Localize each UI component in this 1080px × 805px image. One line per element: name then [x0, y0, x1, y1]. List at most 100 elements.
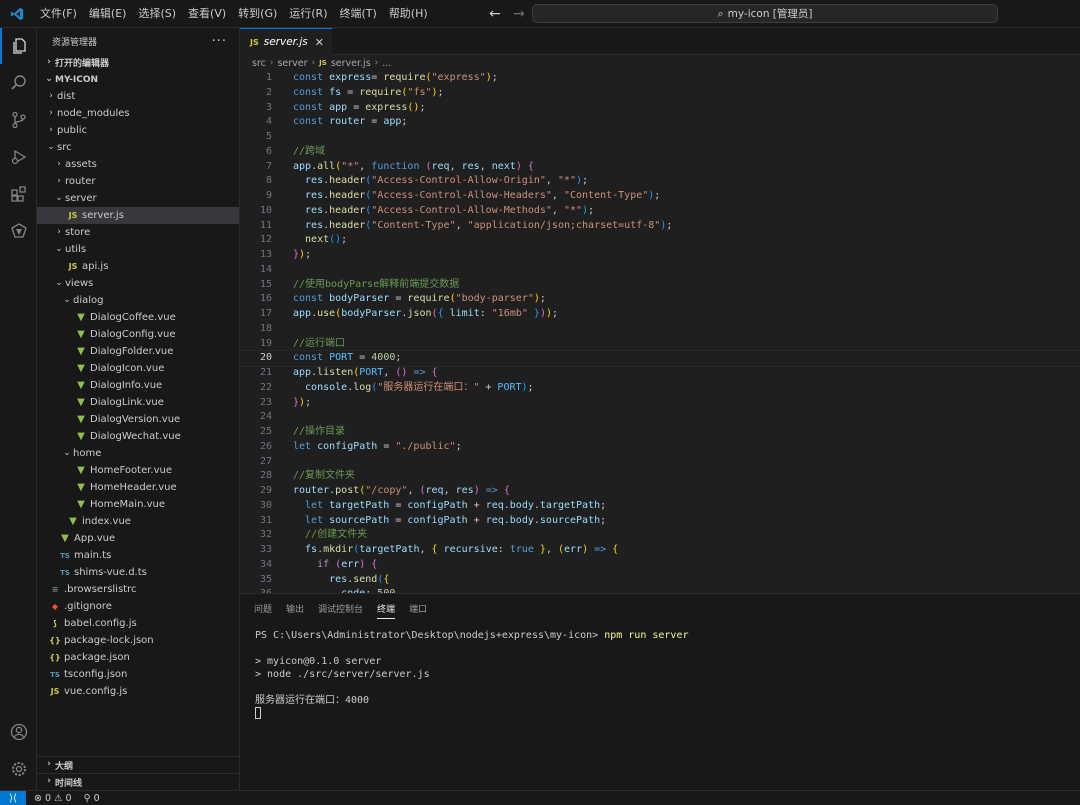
file-item[interactable]: ▼ DialogVersion.vue — [37, 411, 239, 428]
source-control-icon[interactable] — [0, 102, 37, 138]
file-item[interactable]: TS tsconfig.json — [37, 666, 239, 683]
file-item[interactable]: ▼ DialogWechat.vue — [37, 428, 239, 445]
menu-go[interactable]: 转到(G) — [232, 0, 283, 28]
menu-edit[interactable]: 编辑(E) — [83, 0, 133, 28]
file-item[interactable]: ▼ App.vue — [37, 530, 239, 547]
menu-help[interactable]: 帮助(H) — [383, 0, 434, 28]
file-item[interactable]: {} package-lock.json — [37, 632, 239, 649]
file-item[interactable]: ◆ .gitignore — [37, 598, 239, 615]
breadcrumb-symbol[interactable]: ... — [382, 58, 391, 69]
tab-debug-console[interactable]: 调试控制台 — [318, 602, 363, 615]
file-item[interactable]: JS api.js — [37, 258, 239, 275]
tab-output[interactable]: 输出 — [286, 602, 304, 615]
code-text: const fs = require("fs"); — [293, 86, 444, 101]
folder-item[interactable]: ⌄ home — [37, 445, 239, 462]
breadcrumb-file[interactable]: server.js — [331, 58, 371, 69]
code-line: 26 let configPath = "./public"; — [240, 440, 1080, 455]
folder-item[interactable]: › node_modules — [37, 105, 239, 122]
file-item[interactable]: ▼ DialogLink.vue — [37, 394, 239, 411]
timeline-section[interactable]: › 时间线 — [37, 773, 240, 790]
line-number: 3 — [265, 101, 272, 113]
folder-item[interactable]: ⌄ src — [37, 139, 239, 156]
remote-explorer-icon[interactable] — [0, 213, 37, 249]
code-token: res — [461, 160, 480, 172]
forward-arrow-icon[interactable]: → — [512, 6, 526, 22]
chevron-right-icon: › — [49, 107, 53, 118]
command-center-search[interactable]: ⌕ my-icon [管理员] — [532, 4, 998, 23]
code-token: fs — [329, 86, 342, 98]
code-token: ; — [437, 86, 444, 98]
tab-terminal[interactable]: 终端 — [377, 602, 396, 619]
file-item[interactable]: ▼ DialogCoffee.vue — [37, 309, 239, 326]
code-token: router — [329, 116, 366, 128]
folder-item[interactable]: › router — [37, 173, 239, 190]
code-token: res — [455, 485, 474, 496]
file-item[interactable]: TS shims-vue.d.ts — [37, 564, 239, 581]
line-number: 33 — [259, 544, 272, 555]
extensions-icon[interactable] — [0, 176, 37, 212]
project-root-section[interactable]: ⌄ MY-ICON — [37, 71, 239, 88]
menu-selection[interactable]: 选择(S) — [132, 0, 182, 28]
folder-item[interactable]: ⌄ views — [37, 275, 239, 292]
search-icon[interactable] — [0, 65, 37, 101]
breadcrumb-src[interactable]: src — [252, 58, 266, 69]
explorer-icon[interactable] — [0, 28, 37, 64]
code-editor[interactable]: 1 const express= require("express"); 2 cons… — [240, 71, 1080, 593]
folder-item[interactable]: ⌄ dialog — [37, 292, 239, 309]
menu-file[interactable]: 文件(F) — [34, 0, 83, 28]
file-item[interactable]: ▼ index.vue — [37, 513, 239, 530]
folder-item[interactable]: ⌄ utils — [37, 241, 239, 258]
close-icon[interactable]: ✕ — [315, 36, 324, 49]
tree-item-label: DialogVersion.vue — [90, 414, 181, 425]
tab-problems[interactable]: 问题 — [254, 602, 272, 615]
babel-file-icon: ⟆ — [53, 619, 57, 628]
code-token: => — [413, 367, 426, 378]
accounts-icon[interactable] — [0, 714, 37, 750]
menu-terminal[interactable]: 终端(T) — [334, 0, 383, 28]
back-arrow-icon[interactable]: ← — [488, 6, 502, 22]
folder-item[interactable]: › assets — [37, 156, 239, 173]
file-item[interactable]: ≡ .browserslistrc — [37, 581, 239, 598]
file-item[interactable]: ▼ DialogIcon.vue — [37, 360, 239, 377]
settings-gear-icon[interactable] — [0, 751, 37, 787]
tree-item-label: HomeHeader.vue — [90, 482, 177, 493]
code-token: let — [293, 499, 330, 511]
vue-file-icon: ▼ — [77, 397, 85, 408]
menu-view[interactable]: 查看(V) — [182, 0, 232, 28]
tree-item-label: .browserslistrc — [64, 584, 137, 595]
file-item[interactable]: JS server.js — [37, 207, 239, 224]
breadcrumb-server[interactable]: server — [277, 58, 307, 69]
code-token: app — [293, 160, 312, 172]
file-item[interactable]: ⟆ babel.config.js — [37, 615, 239, 632]
code-token: , — [359, 160, 372, 172]
run-debug-icon[interactable] — [0, 139, 37, 175]
tab-server-js[interactable]: JS server.js ✕ — [240, 28, 332, 55]
problems-status[interactable]: ⊗ 0 ⚠ 0 — [34, 793, 72, 804]
file-item[interactable]: ▼ DialogFolder.vue — [37, 343, 239, 360]
file-item[interactable]: TS main.ts — [37, 547, 239, 564]
ports-status[interactable]: ⚲ 0 — [84, 793, 100, 804]
outline-section[interactable]: › 大纲 — [37, 756, 240, 773]
folder-item[interactable]: ⌄ server — [37, 190, 239, 207]
tab-ports[interactable]: 端口 — [409, 602, 427, 615]
folder-item[interactable]: › public — [37, 122, 239, 139]
folder-item[interactable]: › dist — [37, 88, 239, 105]
code-token: app — [383, 116, 402, 128]
file-item[interactable]: ▼ HomeHeader.vue — [37, 479, 239, 496]
file-item[interactable]: {} package.json — [37, 649, 239, 666]
code-token: const — [293, 352, 330, 364]
file-item[interactable]: ▼ HomeFooter.vue — [37, 462, 239, 479]
code-token: ; — [395, 352, 402, 364]
file-item[interactable]: ▼ DialogInfo.vue — [37, 377, 239, 394]
more-actions-icon[interactable]: ··· — [212, 34, 227, 49]
code-text: //使用bodyParse解释前端提交数据 — [293, 278, 459, 293]
file-item[interactable]: ▼ HomeMain.vue — [37, 496, 239, 513]
terminal[interactable]: PS C:\Users\Administrator\Desktop\nodejs… — [240, 629, 1080, 720]
open-editors-section[interactable]: › 打开的编辑器 — [37, 54, 239, 71]
file-item[interactable]: JS vue.config.js — [37, 683, 239, 700]
file-item[interactable]: ▼ DialogConfig.vue — [37, 326, 239, 343]
search-icon: ⌕ — [717, 6, 724, 20]
menu-run[interactable]: 运行(R) — [283, 0, 333, 28]
folder-item[interactable]: › store — [37, 224, 239, 241]
remote-indicator-icon[interactable]: ⟩⟨ — [0, 790, 26, 805]
